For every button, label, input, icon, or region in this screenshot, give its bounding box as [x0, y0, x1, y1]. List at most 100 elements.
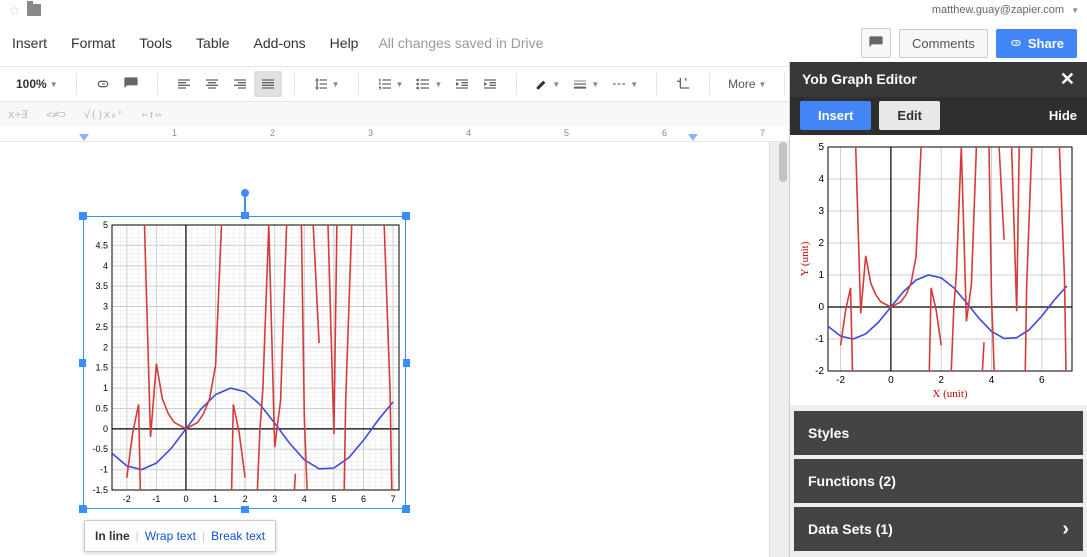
svg-text:2: 2	[818, 238, 824, 249]
svg-text:4.5: 4.5	[95, 240, 108, 250]
insert-link-button[interactable]	[89, 71, 117, 97]
wrap-text-option[interactable]: Wrap text	[145, 529, 196, 543]
user-email-label: matthew.guay@zapier.com	[932, 4, 1064, 16]
chevron-down-icon: ▼	[434, 80, 442, 89]
chevron-down-icon: ▼	[50, 80, 58, 89]
share-button[interactable]: Share	[996, 29, 1077, 58]
svg-text:0: 0	[183, 494, 188, 504]
horizontal-ruler[interactable]: 1 2 3 4 5 6 7	[0, 126, 789, 142]
more-button[interactable]: More▼	[722, 71, 772, 97]
bulleted-list-button[interactable]: ▼	[409, 71, 448, 97]
menu-help[interactable]: Help	[318, 29, 371, 57]
border-dash-button[interactable]: ▼	[605, 71, 644, 97]
align-center-button[interactable]	[198, 71, 226, 97]
svg-text:6: 6	[1039, 375, 1045, 386]
line-spacing-button[interactable]: ▼	[307, 71, 346, 97]
numbered-list-button[interactable]: ▼	[371, 71, 410, 97]
star-icon[interactable]: ☆	[8, 2, 21, 19]
math-group-greek[interactable]: x÷∃	[4, 106, 32, 123]
text-wrap-popup: In line | Wrap text | Break text	[84, 520, 276, 552]
link-icon	[1009, 36, 1023, 50]
comments-button[interactable]: Comments	[899, 29, 988, 58]
chevron-down-icon: ▼	[332, 80, 340, 89]
math-group-arrows[interactable]: ←↑⇔	[138, 106, 166, 123]
account-menu[interactable]: matthew.guay@zapier.com ▼	[932, 4, 1079, 16]
wrap-inline-option[interactable]: In line	[95, 529, 130, 543]
insert-comment-button[interactable]	[117, 71, 145, 97]
sidebar-insert-button[interactable]: Insert	[800, 101, 871, 130]
svg-text:1: 1	[103, 383, 108, 393]
break-text-option[interactable]: Break text	[211, 529, 265, 543]
addon-sidebar: Yob Graph Editor ✕ Insert Edit Hide -202…	[789, 62, 1087, 557]
chevron-down-icon: ▼	[591, 80, 599, 89]
chat-icon[interactable]	[861, 28, 891, 58]
svg-text:Y (unit): Y (unit)	[799, 241, 811, 276]
close-icon[interactable]: ✕	[1060, 69, 1075, 90]
sidebar-actions: Insert Edit Hide	[790, 97, 1087, 135]
menu-format[interactable]: Format	[59, 29, 127, 57]
vertical-scrollbar-thumb[interactable]	[779, 142, 787, 182]
border-color-button[interactable]: ▼	[529, 71, 566, 97]
ruler-label: 5	[564, 128, 569, 138]
panel-datasets[interactable]: Data Sets (1) ›	[794, 507, 1083, 551]
chevron-down-icon: ▼	[1071, 6, 1079, 15]
math-group-funcs[interactable]: √()x₀ⁿ	[80, 106, 128, 123]
border-weight-button[interactable]: ▼	[566, 71, 605, 97]
svg-text:3: 3	[272, 494, 277, 504]
svg-text:3: 3	[103, 302, 108, 312]
menu-tools[interactable]: Tools	[127, 29, 184, 57]
menu-table[interactable]: Table	[184, 29, 241, 57]
folder-icon[interactable]	[27, 4, 41, 16]
menu-addons[interactable]: Add-ons	[242, 29, 318, 57]
page-canvas[interactable]: -2-101234567-1.5-1-0.500.511.522.533.544…	[0, 142, 770, 557]
svg-text:0.5: 0.5	[95, 403, 108, 413]
menu-insert[interactable]: Insert	[0, 29, 59, 57]
svg-text:1: 1	[818, 270, 824, 281]
sidebar-hide-link[interactable]: Hide	[1049, 108, 1077, 123]
svg-text:0: 0	[888, 375, 894, 386]
crop-button[interactable]	[669, 71, 697, 97]
svg-text:-1: -1	[100, 465, 108, 475]
math-group-relations[interactable]: <≠⊃	[42, 106, 70, 123]
svg-text:7: 7	[391, 494, 396, 504]
svg-text:4: 4	[818, 174, 824, 185]
ruler-label: 4	[466, 128, 471, 138]
ruler-label: 7	[760, 128, 765, 138]
panel-functions[interactable]: Functions (2)	[794, 459, 1083, 503]
share-label: Share	[1028, 36, 1064, 51]
ruler-label: 2	[270, 128, 275, 138]
svg-text:4: 4	[103, 261, 108, 271]
svg-text:X (unit): X (unit)	[932, 388, 967, 400]
chevron-down-icon: ▼	[396, 80, 404, 89]
align-right-button[interactable]	[226, 71, 254, 97]
svg-text:0: 0	[818, 302, 824, 313]
ruler-label: 3	[368, 128, 373, 138]
svg-text:2: 2	[243, 494, 248, 504]
svg-text:2: 2	[938, 375, 944, 386]
svg-text:4: 4	[302, 494, 307, 504]
menu-bar: Insert Format Tools Table Add-ons Help A…	[0, 20, 1087, 66]
chevron-down-icon: ▼	[759, 80, 767, 89]
increase-indent-button[interactable]	[476, 71, 504, 97]
document-area[interactable]: 1 2 3 4 5 6 7 -2-101234567-1.5-1-0.500.5…	[0, 126, 789, 557]
sidebar-edit-button[interactable]: Edit	[879, 101, 940, 130]
align-left-button[interactable]	[170, 71, 198, 97]
svg-text:1: 1	[213, 494, 218, 504]
indent-right-handle[interactable]	[688, 134, 698, 141]
zoom-select[interactable]: 100% ▼	[10, 71, 64, 97]
svg-text:5: 5	[331, 494, 336, 504]
panel-styles[interactable]: Styles	[794, 411, 1083, 455]
rotate-handle[interactable]	[241, 189, 249, 197]
svg-text:2.5: 2.5	[95, 322, 108, 332]
ruler-label: 6	[662, 128, 667, 138]
indent-left-handle[interactable]	[79, 134, 89, 141]
panel-styles-label: Styles	[808, 425, 849, 441]
svg-text:-0.5: -0.5	[92, 444, 108, 454]
save-status: All changes saved in Drive	[378, 35, 543, 51]
panel-datasets-label: Data Sets (1)	[808, 521, 893, 537]
image-selection[interactable]: -2-101234567-1.5-1-0.500.511.522.533.544…	[83, 216, 406, 509]
decrease-indent-button[interactable]	[448, 71, 476, 97]
svg-text:3.5: 3.5	[95, 281, 108, 291]
svg-text:-2: -2	[815, 366, 824, 377]
align-justify-button[interactable]	[254, 71, 282, 97]
